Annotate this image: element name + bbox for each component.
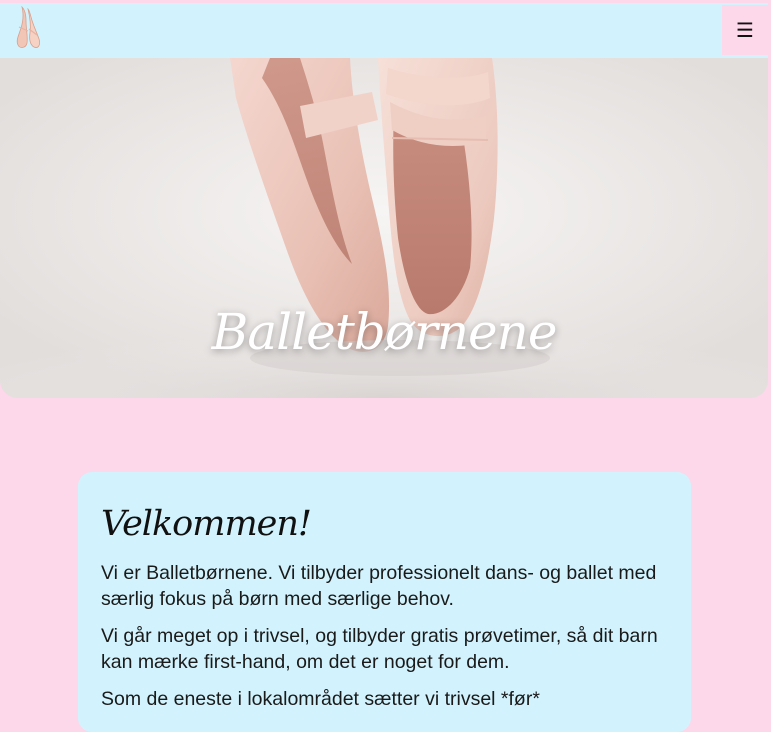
hamburger-menu-icon: ☰ [736, 18, 754, 42]
ballet-shoe-logo-icon[interactable] [8, 5, 44, 51]
welcome-paragraph: Som de eneste i lokalområdet sætter vi t… [101, 688, 540, 710]
menu-button[interactable]: ☰ [722, 5, 768, 55]
welcome-paragraph: Vi går meget op i trivsel, og tilbyder g… [101, 625, 658, 673]
welcome-card: Velkommen! Vi er Balletbørnene. Vi tilby… [78, 472, 691, 732]
welcome-heading: Velkommen! [101, 504, 312, 544]
welcome-paragraph: Vi er Balletbørnene. Vi tilbyder profess… [101, 562, 657, 610]
hero-title: Balletbørnene [211, 303, 558, 361]
hero-banner: Balletbørnene [0, 58, 768, 398]
navbar: ☰ [0, 3, 768, 58]
